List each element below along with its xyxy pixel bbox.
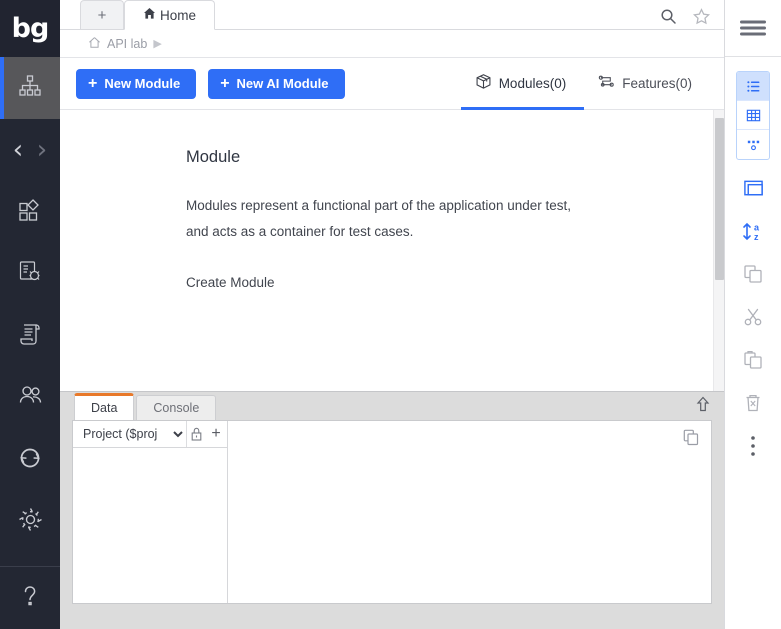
delete-button[interactable] xyxy=(733,388,773,418)
sort-alpha-button[interactable]: a z xyxy=(733,216,773,246)
bug-report-icon xyxy=(17,259,43,290)
create-module-link[interactable]: Create Module xyxy=(186,275,713,290)
paste-button[interactable] xyxy=(733,345,773,375)
variable-scope-header: Project ($proj + xyxy=(73,421,227,448)
browser-tab-strip: + Home xyxy=(60,0,724,30)
new-ai-module-label: New AI Module xyxy=(236,76,329,91)
box-icon xyxy=(475,73,492,93)
sidebar-nav-arrows: ‹ › xyxy=(0,119,60,181)
refresh-circle-icon xyxy=(17,445,43,476)
graph-view-button[interactable] xyxy=(737,130,769,159)
new-tab-button[interactable]: + xyxy=(80,0,124,29)
hamburger-menu-icon[interactable] xyxy=(725,0,781,57)
copy-icon[interactable] xyxy=(683,429,699,451)
nav-back-icon[interactable]: ‹ xyxy=(13,137,23,163)
module-description-line-2: and acts as a container for test cases. xyxy=(186,224,414,239)
nav-forward-icon[interactable]: › xyxy=(37,137,47,163)
search-icon[interactable] xyxy=(660,8,677,25)
svg-text:a: a xyxy=(754,222,760,232)
variable-list[interactable] xyxy=(73,448,227,603)
scroll-icon xyxy=(17,321,43,352)
tab-modules[interactable]: Modules(0) xyxy=(460,60,585,110)
application-window: bg ‹ › + Home API lab ▶ + New Module + N… xyxy=(0,0,781,629)
tab-console[interactable]: Console xyxy=(136,395,217,420)
variable-scope-select[interactable]: Project ($proj xyxy=(73,421,186,447)
home-icon xyxy=(143,7,156,23)
plus-icon: + xyxy=(220,74,230,92)
add-variable-button[interactable]: + xyxy=(205,421,227,447)
page-title: Module xyxy=(186,148,241,166)
sidebar-item-settings[interactable] xyxy=(0,491,60,553)
flow-icon xyxy=(598,73,615,93)
sidebar-item-modules-hierarchy[interactable] xyxy=(0,57,60,119)
content-scrollbar[interactable] xyxy=(713,110,724,391)
new-ai-module-button[interactable]: + New AI Module xyxy=(208,68,345,99)
content-toolbar: + New Module + New AI Module Modules(0) … xyxy=(60,58,724,110)
tab-data[interactable]: Data xyxy=(74,393,135,420)
bottom-panel-tabs: Data Console xyxy=(60,392,724,420)
right-sidebar: a z xyxy=(725,0,781,629)
arrow-up-icon[interactable] xyxy=(696,396,710,416)
svg-text:z: z xyxy=(754,232,759,242)
variable-detail-pane[interactable] xyxy=(228,421,711,603)
left-sidebar: bg ‹ › xyxy=(0,0,60,629)
module-empty-state: Module Modules represent a functional pa… xyxy=(60,110,713,391)
sidebar-item-elements[interactable] xyxy=(0,181,60,243)
sidebar-item-scripts[interactable] xyxy=(0,305,60,367)
tab-features[interactable]: Features(0) xyxy=(584,60,710,110)
app-logo[interactable]: bg xyxy=(0,0,60,57)
home-outline-icon[interactable] xyxy=(88,36,101,52)
more-options-button[interactable] xyxy=(733,431,773,461)
duplicate-button[interactable] xyxy=(733,259,773,289)
module-description-line-1: Modules represent a functional part of t… xyxy=(186,198,571,213)
data-panel-body: Project ($proj + xyxy=(72,420,712,604)
sidebar-item-sync[interactable] xyxy=(0,429,60,491)
tabstrip-actions xyxy=(660,8,724,29)
sidebar-item-users[interactable] xyxy=(0,367,60,429)
sidebar-item-help[interactable] xyxy=(0,567,60,629)
question-mark-icon xyxy=(17,583,43,614)
panel-view-button[interactable] xyxy=(733,173,773,203)
new-module-label: New Module xyxy=(104,76,181,91)
sitemap-icon xyxy=(17,73,43,104)
tab-features-label: Features(0) xyxy=(622,75,692,91)
breadcrumb-arrow-icon[interactable]: ▶ xyxy=(153,37,161,50)
grid-view-button[interactable] xyxy=(737,101,769,130)
list-view-button[interactable] xyxy=(737,72,769,101)
new-module-button[interactable]: + New Module xyxy=(76,68,197,99)
scrollbar-thumb[interactable] xyxy=(715,118,724,280)
shapes-icon xyxy=(17,197,43,228)
plus-icon: + xyxy=(88,74,98,92)
bottom-panel: Data Console Project ($proj + xyxy=(60,391,724,629)
tab-modules-label: Modules(0) xyxy=(498,75,567,91)
lock-icon[interactable] xyxy=(186,421,205,447)
tab-home[interactable]: Home xyxy=(124,0,216,30)
star-icon[interactable] xyxy=(693,8,710,25)
sidebar-item-debug-report[interactable] xyxy=(0,243,60,305)
view-mode-group xyxy=(736,71,770,160)
main-region: + Home API lab ▶ + New Module + New AI M… xyxy=(60,0,725,629)
users-icon xyxy=(17,382,44,414)
module-empty-state-panel: Module Modules represent a functional pa… xyxy=(60,110,724,391)
breadcrumb: API lab ▶ xyxy=(60,30,724,58)
content-tabs: Modules(0) Features(0) xyxy=(460,58,710,110)
breadcrumb-item-api-lab[interactable]: API lab xyxy=(107,37,147,51)
cut-button[interactable] xyxy=(733,302,773,332)
gear-icon xyxy=(17,506,44,538)
variable-scope-pane: Project ($proj + xyxy=(73,421,228,603)
tab-home-label: Home xyxy=(160,7,197,23)
